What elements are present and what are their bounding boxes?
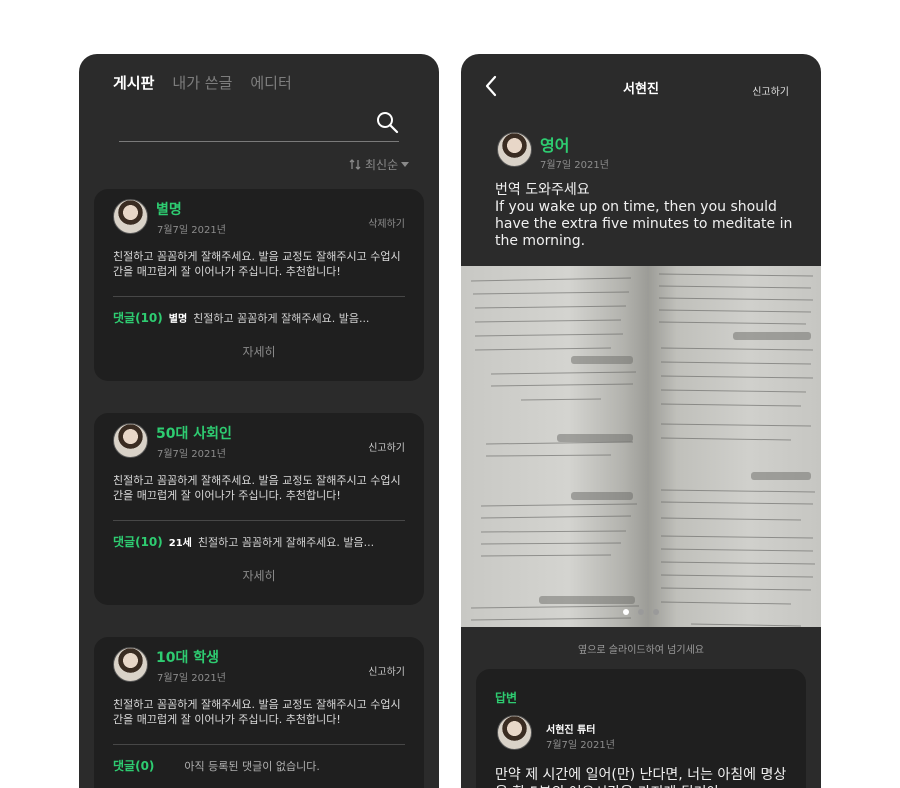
post-subject: 영어 [540,136,570,155]
board-screen: 게시판 내가 쓴글 에디터 최신순 별명 7월7일 2021년 삭제하기 친절하… [79,54,439,788]
post-date: 7월7일 2021년 [157,449,226,460]
slide-dot[interactable] [623,609,629,615]
comment-author: 별명 [168,314,188,325]
answer-card: 답변 서현진 튜터 7월7일 2021년 만약 제 시간에 일어(만) 난다면,… [476,669,806,788]
slide-dot[interactable] [638,609,644,615]
comment-preview[interactable]: 댓글(10) 21세 친절하고 꼼꼼하게 잘해주세요. 발음... [113,533,374,550]
report-button[interactable]: 신고하기 [752,83,789,98]
report-button[interactable]: 신고하기 [368,663,405,678]
sort-dropdown[interactable]: 최신순 [349,156,410,173]
slide-dot[interactable] [653,609,659,615]
comment-preview[interactable]: 댓글(0) 아직 등록된 댓글이 없습니다. [113,757,320,774]
post-body: 번역 도와주세요 If you wake up on time, then yo… [495,182,795,250]
avatar [113,199,148,234]
sort-icon [349,159,361,170]
comment-text: 친절하고 꼼꼼하게 잘해주세요. 발음... [193,312,370,325]
answer-label: 답변 [495,691,518,705]
review-card: 50대 사회인 7월7일 2021년 신고하기 친절하고 꼼꼼하게 잘해주세요.… [94,413,424,605]
post-body-english: If you wake up on time, then you should … [495,199,793,249]
comment-author: 21세 [168,538,192,549]
comment-count: 댓글(10) [113,311,163,325]
avatar [497,715,532,750]
attached-photo[interactable] [461,266,821,627]
post-date: 7월7일 2021년 [157,225,226,236]
review-text: 친절하고 꼼꼼하게 잘해주세요. 발음 교정도 잘해주시고 수업시간을 매끄럽게… [113,250,401,278]
review-card: 10대 학생 7월7일 2021년 신고하기 친절하고 꼼꼼하게 잘해주세요. … [94,637,424,788]
slide-hint: 옆으로 슬라이드하여 넘기세요 [578,645,704,656]
avatar [113,423,148,458]
avatar [113,647,148,682]
search-input[interactable] [119,141,399,142]
tutor-name: 서현진 튜터 [546,725,596,736]
tab-my-posts[interactable]: 내가 쓴글 [172,72,232,93]
review-text: 친절하고 꼼꼼하게 잘해주세요. 발음 교정도 잘해주시고 수업시간을 매끄럽게… [113,698,401,726]
post-date: 7월7일 2021년 [540,160,609,171]
review-text: 친절하고 꼼꼼하게 잘해주세요. 발음 교정도 잘해주시고 수업시간을 매끄럽게… [113,474,401,502]
search-icon[interactable] [375,110,399,134]
post-detail-screen: 서현진 신고하기 영어 7월7일 2021년 번역 도와주세요 If you w… [461,54,821,788]
chevron-down-icon [401,161,410,167]
detail-header: 서현진 신고하기 [461,54,821,118]
post-date: 7월7일 2021년 [157,673,226,684]
tab-board[interactable]: 게시판 [113,72,154,93]
divider [113,296,405,297]
answer-text: 만약 제 시간에 일어(만) 난다면, 너는 아침에 명상을 할 5분의 여유시… [495,767,787,788]
divider [113,520,405,521]
comment-empty: 아직 등록된 댓글이 없습니다. [184,760,320,773]
answer-date: 7월7일 2021년 [546,740,615,751]
post-body-korean: 번역 도와주세요 [495,182,590,198]
comment-preview[interactable]: 댓글(10) 별명 친절하고 꼼꼼하게 잘해주세요. 발음... [113,309,369,326]
nickname: 10대 학생 [156,650,219,666]
nickname: 50대 사회인 [156,426,232,442]
more-button[interactable]: 자세히 [94,567,424,584]
comment-count: 댓글(10) [113,535,163,549]
delete-button[interactable]: 삭제하기 [368,215,405,230]
sort-label: 최신순 [365,158,399,172]
board-tabs: 게시판 내가 쓴글 에디터 [113,72,292,93]
nickname: 별명 [156,202,182,218]
more-button[interactable]: 자세히 [94,343,424,360]
review-card: 별명 7월7일 2021년 삭제하기 친절하고 꼼꼼하게 잘해주세요. 발음 교… [94,189,424,381]
comment-text: 친절하고 꼼꼼하게 잘해주세요. 발음... [197,536,375,549]
avatar [497,132,532,167]
textbook-page-image [470,273,816,627]
comment-count: 댓글(0) [113,759,155,773]
slide-indicator[interactable] [461,609,821,615]
tab-editor[interactable]: 에디터 [250,72,291,93]
report-button[interactable]: 신고하기 [368,439,405,454]
divider [113,744,405,745]
